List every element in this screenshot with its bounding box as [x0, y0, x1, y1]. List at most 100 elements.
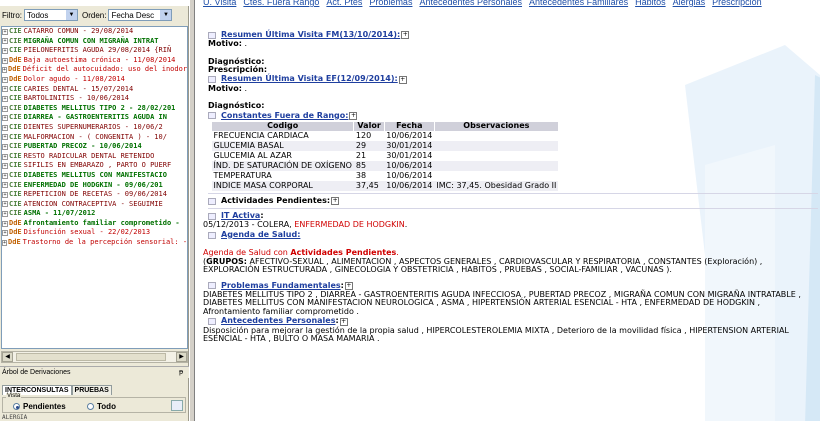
chevron-down-icon[interactable]: ▼: [160, 10, 172, 20]
nav-link[interactable]: Habitos: [635, 0, 666, 7]
tree-item[interactable]: + CIE ASMA - 11/07/2012: [2, 209, 187, 219]
tree-item[interactable]: + CIE DIARREA - GASTROENTERITIS AGUDA IN: [2, 113, 187, 123]
nav-link[interactable]: Ctes. Fuera Rango: [243, 0, 319, 7]
scroll-right-icon[interactable]: ▶: [176, 352, 187, 362]
tree-item[interactable]: + CIE RESTO RADICULAR DENTAL RETENIDO: [2, 152, 187, 162]
expand-icon[interactable]: +: [331, 197, 340, 206]
tree-item[interactable]: + DdE Déficit del autocuidado: uso del ino…: [2, 65, 187, 75]
table-cell: GLUCEMIA AL AZAR: [213, 151, 293, 161]
table-cell: [434, 171, 558, 181]
orden-select[interactable]: Fecha Desc ▼: [108, 9, 173, 21]
tree-item[interactable]: + CIE REPETICION DE RECETAS - 09/06/2014: [2, 190, 187, 200]
expand-icon[interactable]: +: [2, 201, 8, 208]
resumen-fm-link[interactable]: Resumen Última Visita FM(13/10/2014):: [221, 30, 400, 40]
expand-icon[interactable]: +: [401, 31, 410, 39]
expand-icon[interactable]: +: [2, 191, 8, 198]
chevron-down-icon[interactable]: ▼: [66, 10, 77, 20]
expand-icon[interactable]: +: [2, 134, 8, 141]
expand-icon[interactable]: +: [339, 317, 348, 326]
nav-link[interactable]: Antecedentes Familiares: [529, 0, 628, 7]
tree-item[interactable]: + CIE PUBERTAD PRECOZ - 10/06/2014: [2, 142, 187, 152]
tree-item[interactable]: + CIE DIENTES SUPERNUMERARIOS - 10/06/2: [2, 123, 187, 133]
scroll-left-icon[interactable]: ◀: [2, 352, 13, 362]
tree-item[interactable]: + CIE DIABETES MELLITUS TIPO 2 - 28/02/201: [2, 104, 187, 114]
expand-icon[interactable]: +: [2, 230, 8, 237]
table-cell: 37,45: [353, 181, 385, 192]
nav-link[interactable]: U. Visita: [203, 0, 236, 7]
expand-icon[interactable]: +: [2, 28, 8, 35]
expand-icon[interactable]: +: [349, 111, 358, 120]
nav-link[interactable]: Antecedentes Personales: [419, 0, 522, 7]
expand-icon[interactable]: +: [2, 38, 8, 45]
derivacion-list-item[interactable]: ALERGIA: [2, 414, 27, 421]
expand-icon[interactable]: +: [2, 220, 8, 227]
expand-icon[interactable]: +: [2, 47, 8, 54]
expand-icon[interactable]: +: [398, 75, 407, 84]
expand-icon[interactable]: +: [2, 163, 8, 170]
tree-item[interactable]: + CIE CARIES DENTAL - 15/07/2014: [2, 85, 187, 95]
tree-item[interactable]: + DdE Trastorno de la percepción sensorial…: [2, 238, 187, 248]
tree-item-label: Disfunción sexual - 22/02/2013: [23, 228, 151, 237]
expand-icon[interactable]: +: [344, 281, 353, 290]
filtro-select[interactable]: Todos ▼: [24, 9, 78, 21]
nav-link[interactable]: Problemas: [369, 0, 412, 7]
section-resumen-fm: Resumen Última Visita FM(13/10/2014): +: [208, 30, 818, 40]
tree-item[interactable]: + CIE ATENCION CONTRACEPTIVA - SEGUIMIE: [2, 200, 187, 210]
expand-icon[interactable]: +: [2, 86, 8, 93]
refresh-button[interactable]: [171, 400, 183, 411]
expand-icon[interactable]: +: [2, 76, 8, 83]
tree-item-type: DdE: [9, 218, 22, 227]
expand-icon[interactable]: +: [2, 153, 8, 160]
expand-icon[interactable]: +: [2, 67, 8, 74]
problem-tree[interactable]: + CIE CATARRO COMUN - 29/08/2014 + CIE MIGRAÑ…: [1, 26, 188, 349]
resumen-ef-link[interactable]: Resumen Última Visita EF(12/09/2014):: [221, 75, 398, 84]
antecedentes-link[interactable]: Antecedentes Personales: [221, 317, 335, 326]
tree-item[interactable]: + CIE PIELONEFRITIS AGUDA 29/08/2014 {RIÑ: [2, 46, 187, 56]
section-icon: [208, 231, 216, 239]
tree-item-type: CIE: [9, 122, 22, 131]
section-icon: [208, 212, 216, 220]
pin-icon[interactable]: ᵽ: [179, 367, 183, 378]
agenda-link[interactable]: Agenda de Salud:: [221, 230, 300, 240]
radio-empty-icon[interactable]: [87, 403, 94, 410]
table-cell: 120: [355, 131, 372, 141]
tree-item[interactable]: + DdE Dolor agudo - 11/08/2014: [2, 75, 187, 85]
expand-icon[interactable]: +: [2, 172, 8, 179]
constantes-link[interactable]: Constantes Fuera de Rango:: [221, 111, 348, 121]
actividades-label: Actividades Pendientes:: [221, 196, 331, 206]
it-activa-link[interactable]: IT Activa: [221, 212, 260, 221]
tree-item[interactable]: + CIE SIFILIS EN EMBARAZO , PARTO O PUERF: [2, 161, 187, 171]
problemas-link[interactable]: Problemas Fundamentales: [221, 281, 341, 291]
nav-link[interactable]: Prescripcion: [712, 0, 762, 7]
expand-icon[interactable]: +: [2, 105, 8, 112]
expand-icon[interactable]: +: [2, 211, 8, 218]
tab-pruebas[interactable]: PRUEBAS: [71, 385, 112, 395]
expand-icon[interactable]: +: [2, 124, 8, 131]
tree-item[interactable]: + CIE DIABETES MELLITUS CON MANIFESTACIO: [2, 171, 187, 181]
left-top-strip: [0, 0, 189, 6]
tree-item[interactable]: + CIE ENFERMEDAD DE HODGKIN - 09/06/201: [2, 181, 187, 191]
tree-item[interactable]: + DdE Baja autoestima crónica - 11/08/2014: [2, 56, 187, 66]
tree-item[interactable]: + CIE CATARRO COMUN - 29/08/2014: [2, 27, 187, 37]
expand-icon[interactable]: +: [2, 115, 8, 122]
tree-horizontal-scrollbar[interactable]: ◀ ▶: [1, 351, 188, 363]
tree-item[interactable]: + DdE Disfunción sexual - 22/02/2013: [2, 228, 187, 238]
expand-icon[interactable]: +: [2, 95, 8, 102]
tree-item[interactable]: + CIE MALFORMACION - ( CONGENITA ) - 10/: [2, 133, 187, 143]
radio-todo[interactable]: Todo: [87, 402, 116, 411]
tree-item[interactable]: + DdE Afrontamiento familiar comprometido …: [2, 219, 187, 229]
tree-item[interactable]: + CIE BARTOLINITIS - 10/06/2014: [2, 94, 187, 104]
nav-link[interactable]: Act. Ptes: [326, 0, 362, 7]
expand-icon[interactable]: +: [2, 57, 8, 64]
expand-icon[interactable]: +: [2, 239, 8, 246]
tree-item[interactable]: + CIE MIGRAÑA COMUN CON MIGRAÑA INTRAT: [2, 37, 187, 47]
radio-selected-icon[interactable]: [13, 403, 20, 410]
radio-pendientes[interactable]: Pendientes: [13, 402, 66, 411]
expand-icon[interactable]: +: [2, 143, 8, 150]
table-cell: [434, 141, 559, 152]
scroll-thumb[interactable]: [16, 353, 166, 361]
tree-item-type: CIE: [9, 27, 22, 35]
nav-link[interactable]: Alergias: [673, 0, 706, 7]
table-row: INDICE MASA CORPORAL 37,45 10/06/2014 IMC: …: [211, 181, 559, 192]
expand-icon[interactable]: +: [2, 182, 8, 189]
